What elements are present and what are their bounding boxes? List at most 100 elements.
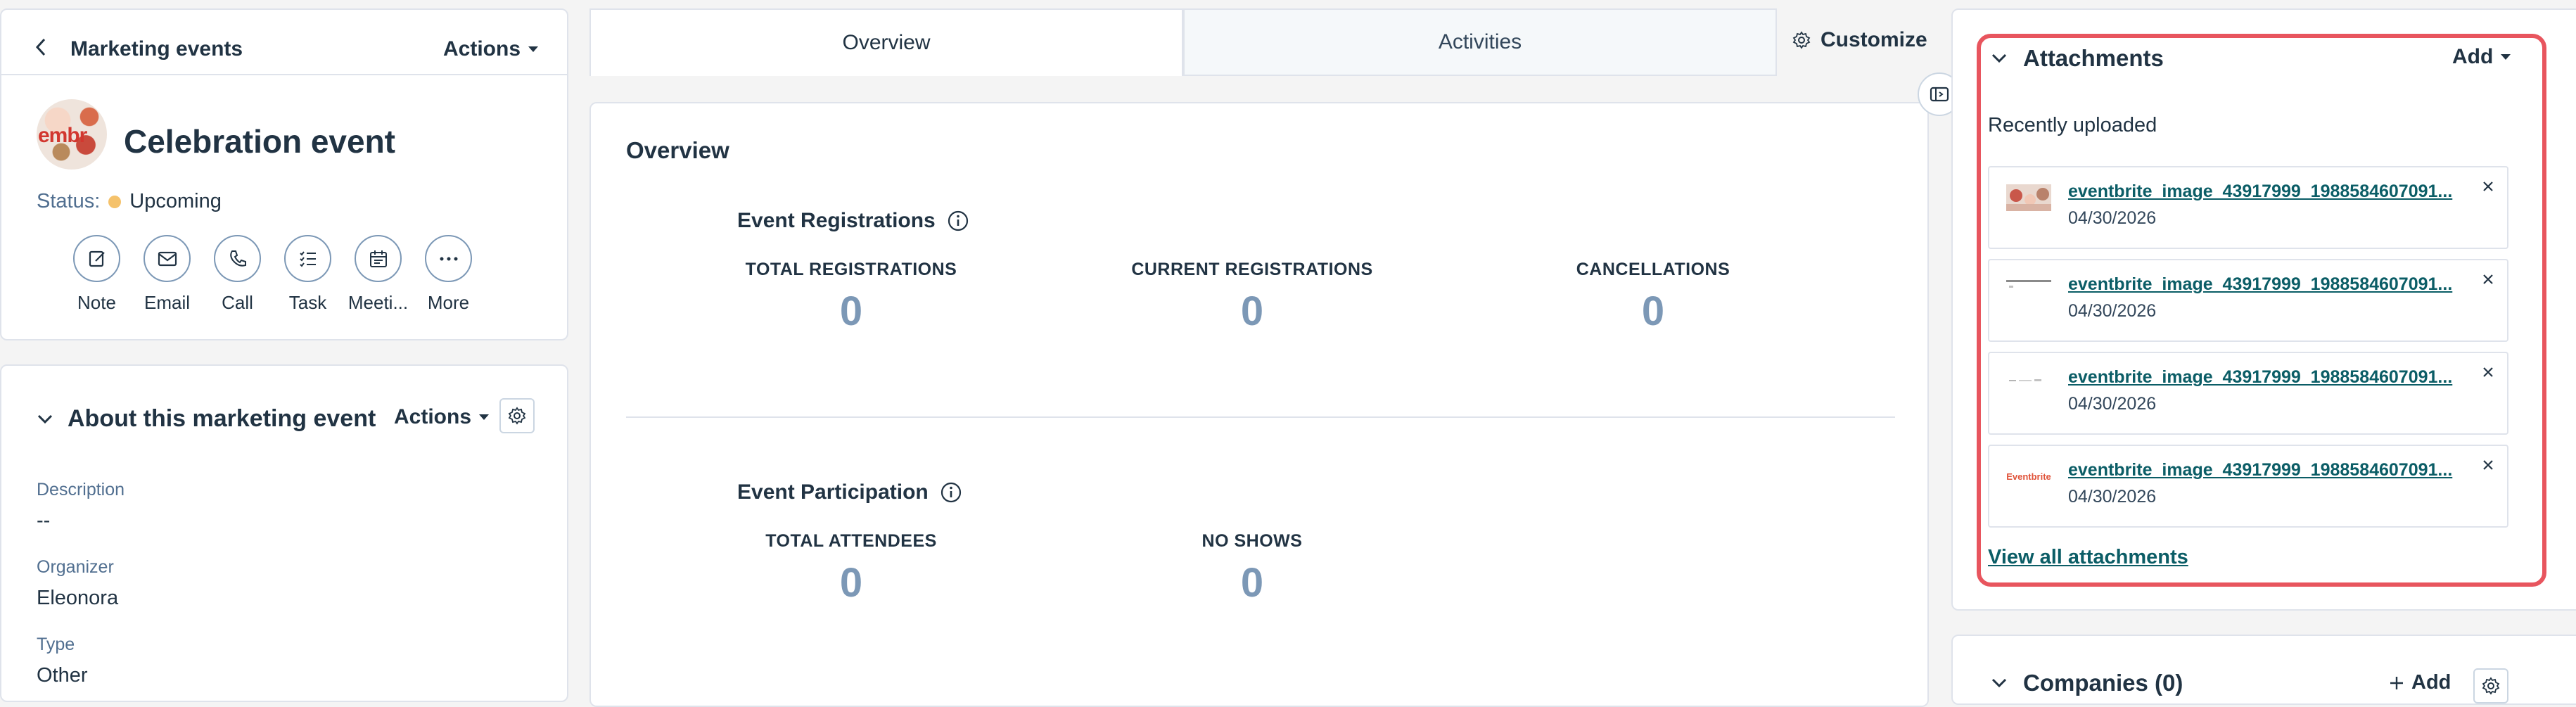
chevron-down-icon[interactable] bbox=[37, 414, 53, 425]
attachment-thumbnail: Eventbrite bbox=[2006, 463, 2051, 490]
total-attendees-label: TOTAL ATTENDEES bbox=[765, 531, 937, 551]
organizer-value[interactable]: Eleonora bbox=[37, 587, 118, 610]
attachment-item[interactable]: eventbrite_image_43917999_1988584607091.… bbox=[1988, 166, 2508, 249]
gear-icon bbox=[2482, 677, 2500, 695]
attachment-name-link[interactable]: eventbrite_image_43917999_1988584607091.… bbox=[2068, 274, 2459, 295]
about-actions-button[interactable]: Actions bbox=[394, 405, 490, 429]
attachment-thumbnail bbox=[2006, 370, 2051, 397]
attachments-add-button[interactable]: Add bbox=[2452, 45, 2511, 69]
tab-overview[interactable]: Overview bbox=[589, 8, 1183, 76]
caret-down-icon bbox=[528, 46, 539, 53]
quick-actions-row: Note Email Call Task Meeti... More bbox=[72, 235, 473, 314]
total-attendees-value: 0 bbox=[839, 560, 863, 606]
record-tabs: Overview Activities bbox=[589, 8, 1777, 76]
event-participation-title: Event Participation bbox=[737, 480, 929, 504]
attachments-header[interactable]: Attachments bbox=[1991, 45, 2164, 72]
companies-title: Companies (0) bbox=[2023, 670, 2183, 696]
email-icon[interactable] bbox=[144, 235, 191, 282]
quick-action-label: Email bbox=[144, 292, 190, 313]
quick-action-task[interactable]: Task bbox=[283, 235, 333, 314]
attachments-add-label: Add bbox=[2452, 45, 2494, 68]
overview-title: Overview bbox=[626, 137, 729, 163]
chevron-left-icon[interactable] bbox=[35, 38, 46, 56]
call-icon[interactable] bbox=[214, 235, 261, 282]
gear-icon bbox=[1792, 31, 1811, 49]
attachment-name-link[interactable]: eventbrite_image_43917999_1988584607091.… bbox=[2068, 181, 2459, 202]
about-settings-button[interactable] bbox=[499, 398, 535, 433]
about-section-header[interactable]: About this marketing event bbox=[37, 405, 376, 433]
attachment-date: 04/30/2026 bbox=[2068, 208, 2157, 228]
status-dot bbox=[108, 195, 122, 208]
section-divider bbox=[626, 416, 1895, 418]
attachment-item[interactable]: eventbrite_image_43917999_1988584607091.… bbox=[1988, 259, 2508, 342]
status-row: Status: Upcoming bbox=[37, 190, 222, 213]
quick-action-label: Note bbox=[77, 292, 116, 313]
about-title: About this marketing event bbox=[68, 405, 376, 432]
plus-icon bbox=[2389, 675, 2404, 691]
avatar-text: embr bbox=[38, 124, 87, 147]
panel-toggle-icon bbox=[1930, 87, 1949, 102]
status-value: Upcoming bbox=[129, 190, 222, 212]
gear-icon bbox=[508, 407, 526, 425]
about-card: About this marketing event Actions Descr… bbox=[0, 364, 568, 702]
caret-down-icon bbox=[2500, 53, 2511, 60]
companies-settings-button[interactable] bbox=[2473, 668, 2508, 703]
attachment-name-link[interactable]: eventbrite_image_43917999_1988584607091.… bbox=[2068, 460, 2459, 480]
meeting-icon[interactable] bbox=[355, 235, 402, 282]
quick-action-email[interactable]: Email bbox=[142, 235, 192, 314]
cancellations-value: 0 bbox=[1641, 288, 1665, 334]
current-registrations-label: CURRENT REGISTRATIONS bbox=[1131, 260, 1373, 279]
total-registrations-value: 0 bbox=[839, 288, 863, 334]
actions-dropdown-button[interactable]: Actions bbox=[443, 37, 539, 61]
overview-card: Overview Event Registrations TOTAL REGIS… bbox=[589, 102, 1929, 707]
description-value[interactable]: -- bbox=[37, 509, 50, 533]
view-all-attachments-link[interactable]: View all attachments bbox=[1988, 546, 2188, 569]
avatar: embr bbox=[37, 99, 107, 170]
quick-action-note[interactable]: Note bbox=[72, 235, 122, 314]
recently-uploaded-label: Recently uploaded bbox=[1988, 114, 2157, 136]
attachment-item[interactable]: Eventbrite eventbrite_image_43917999_198… bbox=[1988, 445, 2508, 528]
quick-action-label: More bbox=[427, 292, 470, 313]
close-icon[interactable] bbox=[2482, 273, 2494, 286]
chevron-down-icon[interactable] bbox=[1991, 53, 2008, 64]
info-icon[interactable] bbox=[940, 481, 962, 504]
no-shows-value: 0 bbox=[1240, 560, 1264, 606]
back-to-marketing-events-link[interactable]: Marketing events bbox=[70, 37, 243, 61]
quick-action-more[interactable]: More bbox=[423, 235, 473, 314]
note-icon[interactable] bbox=[73, 235, 120, 282]
quick-action-meeting[interactable]: Meeti... bbox=[348, 235, 408, 314]
info-icon[interactable] bbox=[947, 210, 969, 232]
description-label: Description bbox=[37, 480, 125, 499]
attachment-item[interactable]: eventbrite_image_43917999_1988584607091.… bbox=[1988, 352, 2508, 435]
attachment-thumbnail bbox=[2006, 277, 2051, 304]
close-icon[interactable] bbox=[2482, 366, 2494, 378]
customize-button[interactable]: Customize bbox=[1792, 28, 1927, 52]
attachment-date: 04/30/2026 bbox=[2068, 301, 2157, 321]
attachments-title: Attachments bbox=[2023, 45, 2164, 71]
chevron-down-icon[interactable] bbox=[1991, 677, 2008, 689]
companies-header[interactable]: Companies (0) bbox=[1991, 670, 2183, 696]
eventbrite-logo-text: Eventbrite bbox=[2006, 471, 2051, 482]
close-icon[interactable] bbox=[2482, 459, 2494, 471]
attachment-name-link[interactable]: eventbrite_image_43917999_1988584607091.… bbox=[2068, 367, 2459, 388]
event-registrations-title: Event Registrations bbox=[737, 209, 936, 232]
more-icon[interactable] bbox=[425, 235, 472, 282]
no-shows-label: NO SHOWS bbox=[1201, 531, 1303, 551]
task-icon[interactable] bbox=[284, 235, 331, 282]
event-registrations-header: Event Registrations bbox=[737, 209, 969, 233]
organizer-label: Organizer bbox=[37, 557, 114, 577]
type-value[interactable]: Other bbox=[37, 664, 88, 687]
type-label: Type bbox=[37, 635, 75, 654]
about-actions-label: Actions bbox=[394, 405, 472, 428]
tab-activities[interactable]: Activities bbox=[1183, 8, 1777, 76]
quick-action-call[interactable]: Call bbox=[212, 235, 262, 314]
attachment-date: 04/30/2026 bbox=[2068, 394, 2157, 414]
current-registrations-value: 0 bbox=[1240, 288, 1264, 334]
companies-add-button[interactable]: Add bbox=[2389, 671, 2451, 694]
close-icon[interactable] bbox=[2482, 180, 2494, 193]
record-name: Celebration event bbox=[124, 123, 395, 160]
event-participation-header: Event Participation bbox=[737, 480, 962, 504]
record-summary-card: Marketing events Actions embr Celebratio… bbox=[0, 8, 568, 340]
attachment-date: 04/30/2026 bbox=[2068, 487, 2157, 507]
customize-label: Customize bbox=[1821, 28, 1927, 51]
